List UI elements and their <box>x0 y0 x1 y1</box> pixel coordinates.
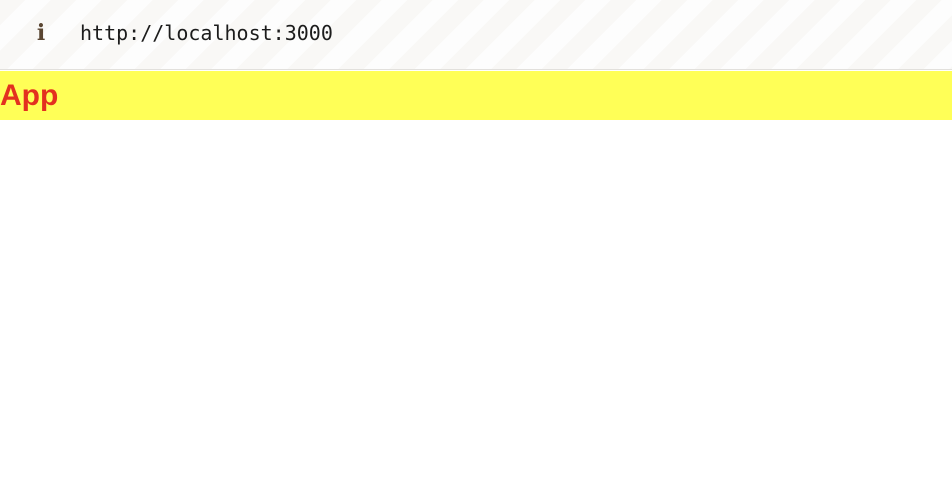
url-text[interactable]: http://localhost:3000 <box>80 19 333 47</box>
app-title: App <box>0 79 59 112</box>
address-bar[interactable]: i http://localhost:3000 <box>0 0 952 70</box>
app-header: App <box>0 71 952 120</box>
page-body <box>0 120 952 494</box>
info-icon[interactable]: i <box>31 20 51 46</box>
